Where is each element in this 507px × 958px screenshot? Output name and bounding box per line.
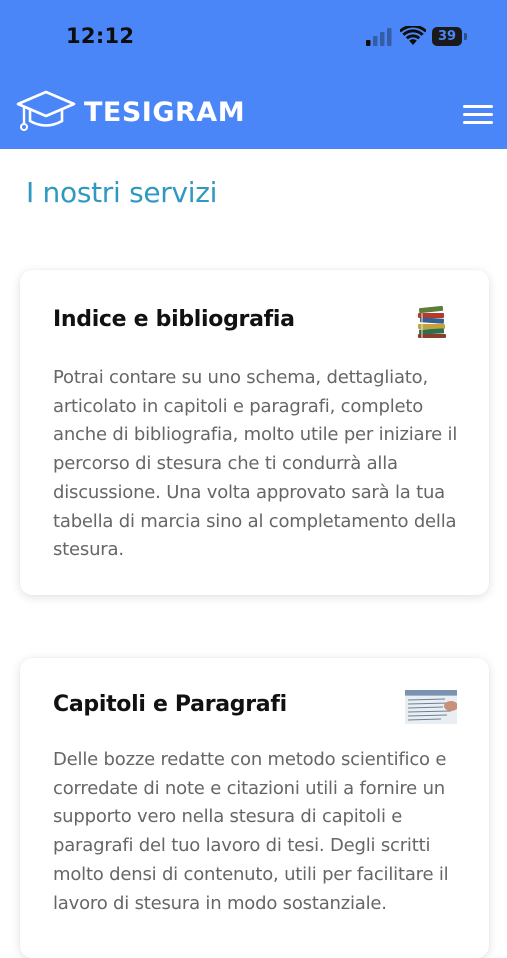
service-card[interactable]: Indice e bibliografia Potrai contare su … <box>20 270 489 595</box>
wifi-icon <box>400 26 426 45</box>
battery-tip <box>464 33 467 40</box>
books-stack-icon <box>418 305 446 338</box>
service-card[interactable]: Capitoli e Paragrafi Delle bozze redatte… <box>20 658 489 958</box>
hamburger-menu-icon[interactable] <box>460 100 496 128</box>
battery-icon: 39 <box>432 27 462 46</box>
service-card-title: Capitoli e Paragrafi <box>53 692 287 717</box>
graduation-cap-icon <box>16 90 76 131</box>
battery-percent: 39 <box>437 29 457 44</box>
cellular-signal-icon <box>366 28 392 46</box>
handwritten-page-icon <box>405 690 457 724</box>
service-card-description: Potrai contare su uno schema, dettagliat… <box>53 367 458 561</box>
status-bar: 12:12 39 <box>0 0 507 74</box>
service-card-description: Delle bozze redatte con metodo scientifi… <box>53 749 449 914</box>
service-card-title: Indice e bibliografia <box>53 307 295 332</box>
section-title: I nostri servizi <box>26 176 218 209</box>
brand-name: TESIGRAM <box>84 96 246 128</box>
status-time: 12:12 <box>66 24 135 48</box>
app-header: 12:12 39 TESIGRAM <box>0 0 507 149</box>
brand[interactable]: TESIGRAM <box>16 88 245 136</box>
status-icons: 39 <box>366 26 476 50</box>
